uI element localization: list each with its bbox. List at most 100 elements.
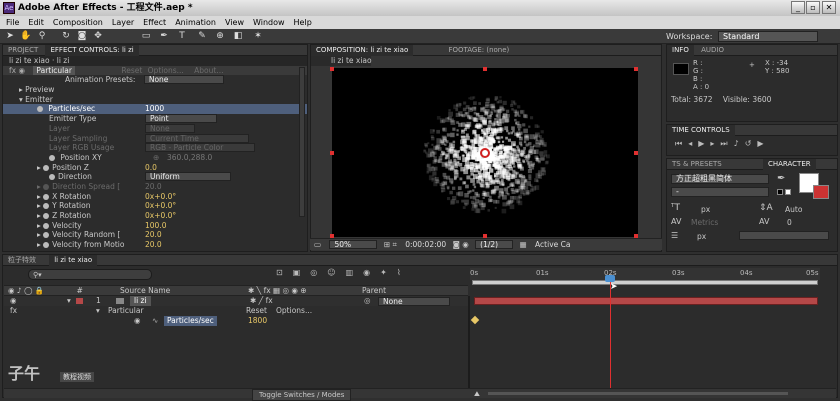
draft-3d-icon[interactable]: ◎: [310, 268, 327, 277]
layer-anchor-point[interactable]: [480, 148, 490, 158]
playhead-handle[interactable]: [605, 275, 615, 282]
frame-blending-icon[interactable]: ▥: [346, 268, 364, 277]
rotate-tool-icon[interactable]: ↻: [60, 31, 72, 42]
stopwatch-icon[interactable]: [43, 213, 50, 219]
loop-icon[interactable]: ↺: [745, 139, 758, 148]
stopwatch-icon[interactable]: [49, 154, 55, 161]
always-preview-icon[interactable]: ▭: [314, 240, 321, 249]
shy-icon[interactable]: ☺: [327, 268, 345, 277]
toggle-switches-modes-button[interactable]: Toggle Switches / Modes: [252, 389, 352, 401]
tab-render-queue[interactable]: 粒子特效: [3, 255, 41, 266]
section-emitter[interactable]: ▾ Emitter: [3, 95, 307, 105]
visibility-icon[interactable]: ◉: [10, 296, 17, 305]
brainstorm-icon[interactable]: ✦: [380, 268, 397, 277]
live-update-icon[interactable]: ▣: [293, 268, 311, 277]
mask-tool-icon[interactable]: ▭: [140, 31, 152, 42]
menu-view[interactable]: View: [225, 16, 244, 29]
black-swatch[interactable]: [777, 189, 783, 195]
close-button[interactable]: ✕: [822, 1, 836, 14]
magnification-dropdown[interactable]: 50%: [329, 240, 378, 249]
zoom-out-icon[interactable]: ⛰: [474, 389, 480, 399]
timeline-search-input[interactable]: ⚲▾: [28, 269, 152, 280]
prop-value[interactable]: 100.0: [145, 221, 166, 231]
workspace-dropdown[interactable]: Standard: [718, 31, 818, 42]
tab-character[interactable]: CHARACTER: [762, 159, 816, 170]
layer-handle[interactable]: [483, 67, 487, 71]
text-tool-icon[interactable]: T: [176, 31, 188, 42]
stopwatch-icon[interactable]: [43, 222, 50, 229]
layer-switches[interactable]: ✱ ╱ fx: [250, 296, 273, 306]
stopwatch-icon[interactable]: [43, 242, 50, 249]
menu-layer[interactable]: Layer: [112, 16, 134, 29]
layer-handle[interactable]: [634, 67, 638, 71]
leading-value[interactable]: Auto: [785, 205, 802, 214]
stopwatch-icon[interactable]: ◉: [134, 316, 141, 326]
composition-breadcrumb[interactable]: li zi te xiao: [311, 56, 372, 66]
active-camera-dropdown[interactable]: Active Ca: [535, 240, 570, 249]
stopwatch-icon[interactable]: [43, 193, 50, 200]
pan-behind-tool-icon[interactable]: ✥: [92, 31, 104, 42]
effect-about-link[interactable]: About...: [194, 66, 223, 75]
work-area-bar[interactable]: [472, 280, 818, 285]
stopwatch-icon[interactable]: [43, 164, 50, 171]
prop-value[interactable]: 0x+0.0°: [145, 192, 176, 202]
section-preview[interactable]: ▸ Preview: [3, 85, 307, 95]
selection-tool-icon[interactable]: ➤: [4, 31, 16, 42]
ram-preview-icon[interactable]: ▶: [757, 139, 769, 148]
effect-name[interactable]: Particular: [33, 65, 75, 75]
stopwatch-icon[interactable]: [43, 183, 50, 190]
timeline-effect-options[interactable]: Options...: [276, 306, 312, 316]
timeline-zoom-slider[interactable]: [488, 392, 788, 395]
emitter-type-dropdown[interactable]: Point: [145, 114, 217, 124]
layer-row[interactable]: ◉ ▾ 1 li zi ✱ ╱ fx ◎ None: [4, 296, 468, 306]
prop-value[interactable]: 0x+0.0°: [145, 211, 176, 221]
prop-value[interactable]: 20.0: [145, 240, 162, 250]
twirl-icon[interactable]: ▾: [67, 296, 71, 305]
region-of-interest-icon[interactable]: ▦: [520, 240, 527, 249]
prop-value[interactable]: 0x+0.0°: [145, 201, 176, 211]
tab-footage[interactable]: FOOTAGE: (none): [443, 45, 514, 56]
snapshot-icon[interactable]: ◙: [453, 240, 460, 249]
prop-value[interactable]: 1000: [145, 104, 164, 114]
eraser-tool-icon[interactable]: ◧: [232, 31, 244, 42]
fullscreen-icon[interactable]: ⌗: [393, 240, 397, 249]
prop-value[interactable]: 0.0: [145, 163, 157, 173]
time-ruler[interactable]: 0s 01s 02s 03s 04s 05s: [470, 268, 820, 280]
kerning-dropdown[interactable]: Metrics: [691, 218, 718, 227]
direction-dropdown[interactable]: Uniform: [145, 172, 231, 182]
eyedropper-icon[interactable]: ✒: [777, 173, 785, 184]
hand-tool-icon[interactable]: ✋: [20, 31, 32, 42]
effect-reset-link[interactable]: Reset: [121, 66, 142, 75]
prop-row-particles-sec[interactable]: Particles/sec 1000: [3, 104, 307, 115]
graph-editor-icon[interactable]: ⌇: [397, 268, 411, 277]
prop-value[interactable]: 360.0,288.0: [167, 153, 212, 163]
next-frame-icon[interactable]: ▸: [710, 139, 720, 148]
stopwatch-icon[interactable]: [37, 106, 43, 113]
menu-file[interactable]: File: [6, 16, 19, 29]
puppet-tool-icon[interactable]: ✶: [252, 31, 264, 42]
layer-name[interactable]: li zi: [130, 296, 151, 306]
menu-help[interactable]: Help: [294, 16, 312, 29]
safe-zones-icon[interactable]: ⊞: [384, 240, 390, 249]
font-size-unit[interactable]: px: [701, 205, 710, 214]
color-channel-icon[interactable]: ◉: [462, 240, 469, 249]
tracking-value[interactable]: 0: [787, 218, 792, 227]
layer-handle[interactable]: [330, 151, 334, 155]
animation-presets-dropdown[interactable]: None: [143, 75, 224, 85]
font-family-dropdown[interactable]: 方正超粗黑简体: [671, 174, 769, 184]
zoom-tool-icon[interactable]: ⚲: [36, 31, 48, 42]
menu-composition[interactable]: Composition: [53, 16, 103, 29]
layer-dropdown[interactable]: None: [145, 123, 195, 133]
menu-window[interactable]: Window: [253, 16, 285, 29]
tab-info[interactable]: INFO: [667, 45, 694, 56]
stopwatch-icon[interactable]: [49, 174, 55, 181]
tab-project[interactable]: PROJECT: [3, 45, 43, 56]
timecode-display[interactable]: 0:00:02:00: [405, 240, 446, 249]
prop-value[interactable]: 20.0: [145, 182, 162, 192]
stroke-style-dropdown[interactable]: [739, 231, 829, 240]
pen-tool-icon[interactable]: ✒: [158, 31, 170, 42]
stroke-color-swatch[interactable]: [813, 185, 829, 199]
layer-handle[interactable]: [330, 67, 334, 71]
prop-value[interactable]: 20.0: [145, 230, 162, 240]
layer-label-color[interactable]: [76, 298, 83, 304]
